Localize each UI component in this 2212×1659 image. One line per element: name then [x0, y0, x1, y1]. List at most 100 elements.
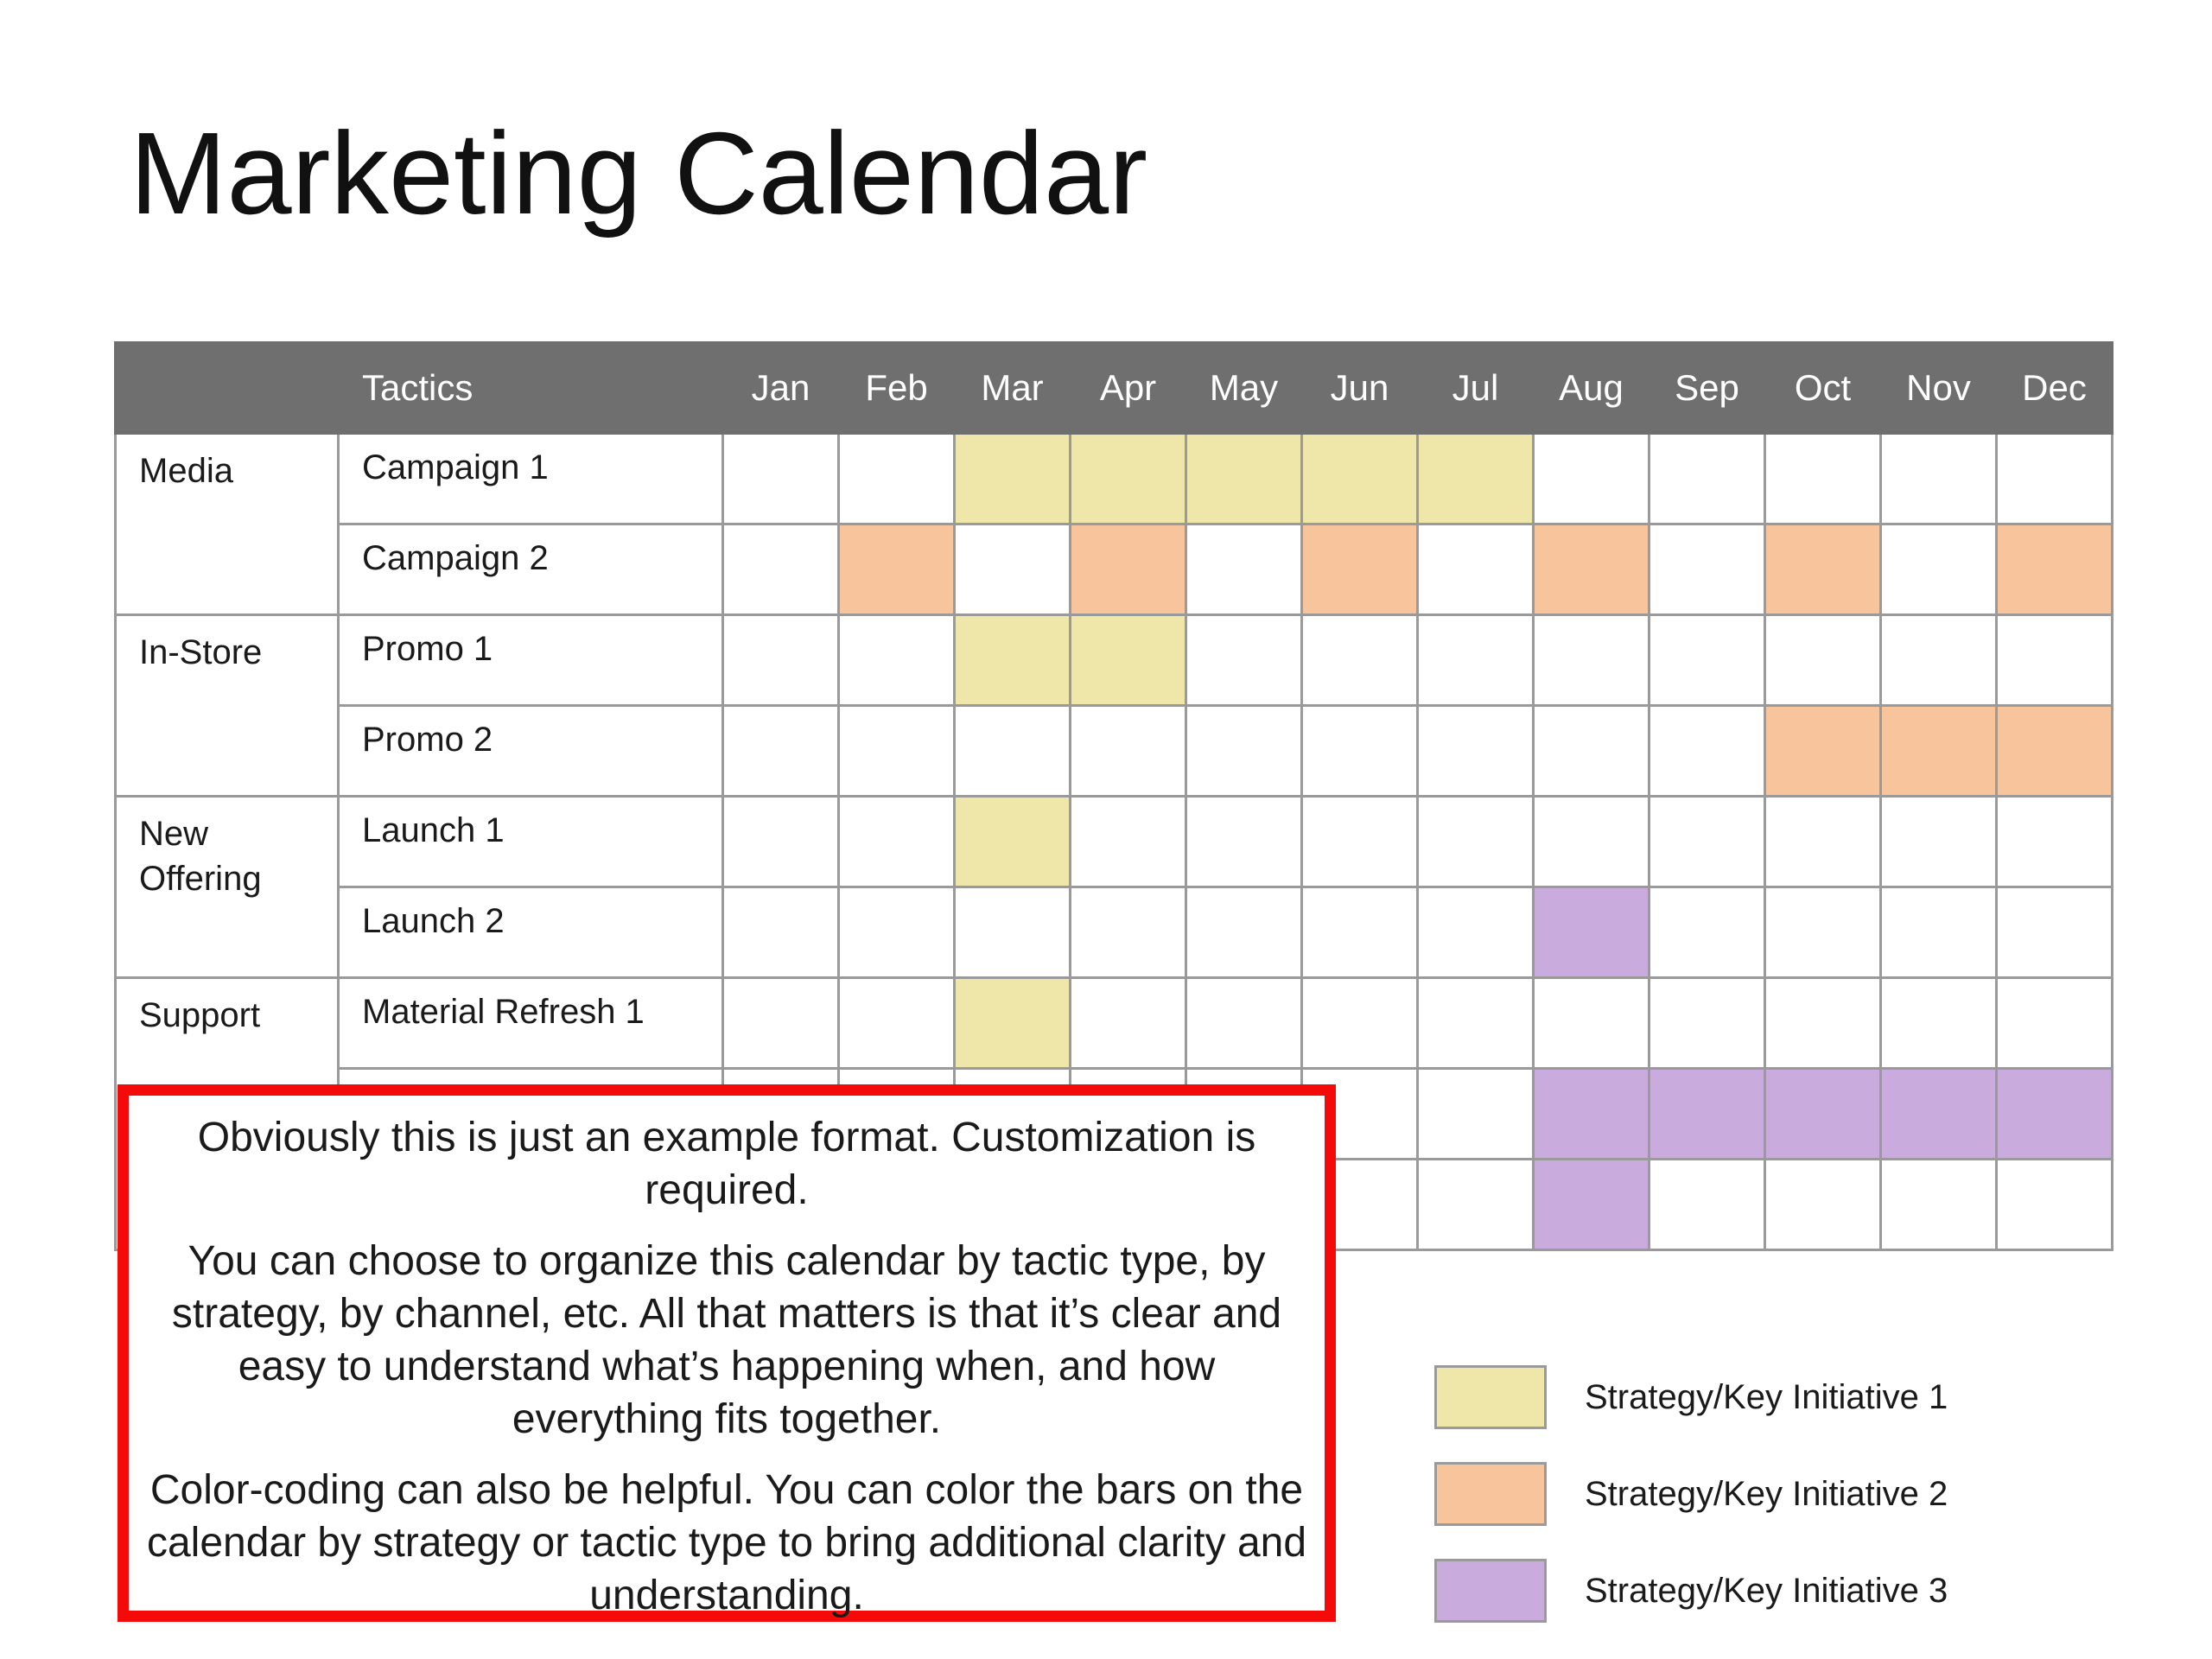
month-cell	[721, 704, 840, 798]
month-cell	[1185, 795, 1303, 888]
month-cell	[1995, 1158, 2113, 1251]
month-cell	[1300, 795, 1419, 888]
header-month-jan: Jan	[721, 341, 840, 435]
month-cell	[837, 886, 956, 979]
month-cell	[1879, 795, 1998, 888]
month-cell	[1879, 976, 1998, 1070]
scheduled-month-cell	[1995, 523, 2113, 616]
month-cell	[837, 976, 956, 1070]
month-cell	[1416, 886, 1535, 979]
month-cell	[1416, 613, 1535, 707]
calendar-row: In-Store Promo 1	[114, 613, 2113, 798]
month-cell	[953, 886, 1071, 979]
month-cell	[1995, 795, 2113, 888]
month-cell	[1300, 613, 1419, 707]
header-month-aug: Aug	[1532, 341, 1650, 435]
month-cell	[1648, 523, 1766, 616]
month-cell	[1648, 886, 1766, 979]
tactic-cell: Launch 2	[337, 886, 724, 979]
month-cell	[1764, 1158, 1882, 1251]
strategy-cell: Media	[114, 432, 340, 616]
legend-label: Strategy/Key Initiative 1	[1585, 1377, 1948, 1416]
header-month-apr: Apr	[1069, 341, 1187, 435]
month-cell	[1648, 795, 1766, 888]
month-cell	[1648, 613, 1766, 707]
scheduled-month-cell	[1300, 523, 1419, 616]
month-cell	[1300, 704, 1419, 798]
month-cell	[1764, 613, 1882, 707]
month-cell	[1416, 1158, 1535, 1251]
header-month-mar: Mar	[953, 341, 1071, 435]
month-cell	[1648, 976, 1766, 1070]
month-cell	[837, 432, 956, 525]
month-cell	[721, 795, 840, 888]
scheduled-month-cell	[1532, 886, 1650, 979]
month-cell	[837, 613, 956, 707]
month-cell	[1185, 704, 1303, 798]
month-cell	[1069, 795, 1187, 888]
month-cell	[1185, 613, 1303, 707]
scheduled-month-cell	[1532, 1067, 1650, 1160]
tactic-cell: Promo 2	[337, 704, 724, 798]
month-cell	[1069, 704, 1187, 798]
header-month-may: May	[1185, 341, 1303, 435]
calendar-row: Media Campaign 1	[114, 432, 2113, 616]
scheduled-month-cell	[1069, 613, 1187, 707]
month-cell	[1879, 1158, 1998, 1251]
month-cell	[1648, 704, 1766, 798]
header-month-nov: Nov	[1879, 341, 1998, 435]
scheduled-month-cell	[1648, 1067, 1766, 1160]
scheduled-month-cell	[1069, 523, 1187, 616]
tactic-cell: Material Refresh 1	[337, 976, 724, 1070]
month-cell	[1300, 886, 1419, 979]
header-month-jun: Jun	[1300, 341, 1419, 435]
scheduled-month-cell	[1879, 1067, 1998, 1160]
scheduled-month-cell	[1300, 432, 1419, 525]
scheduled-month-cell	[1764, 1067, 1882, 1160]
month-cell	[1416, 1067, 1535, 1160]
legend-label: Strategy/Key Initiative 2	[1585, 1474, 1948, 1513]
month-cell	[837, 795, 956, 888]
scheduled-month-cell	[837, 523, 956, 616]
scheduled-month-cell	[953, 976, 1071, 1070]
calendar-row: Support Material Refresh 1	[114, 976, 2113, 1251]
scheduled-month-cell	[1069, 432, 1187, 525]
header-month-feb: Feb	[837, 341, 956, 435]
calendar-row: New Offering Launch 1	[114, 795, 2113, 979]
month-cell	[1764, 886, 1882, 979]
scheduled-month-cell	[953, 613, 1071, 707]
month-cell	[1416, 704, 1535, 798]
month-cell	[1879, 613, 1998, 707]
month-cell	[953, 523, 1071, 616]
month-cell	[1648, 432, 1766, 525]
legend-item: Strategy/Key Initiative 3	[1434, 1557, 1948, 1624]
scheduled-month-cell	[1532, 1158, 1650, 1251]
month-cell	[1532, 795, 1650, 888]
month-cell	[1300, 976, 1419, 1070]
legend-item: Strategy/Key Initiative 2	[1434, 1460, 1948, 1528]
legend-swatch-initiative-1	[1434, 1365, 1547, 1429]
month-cell	[1069, 886, 1187, 979]
scheduled-month-cell	[1764, 523, 1882, 616]
scheduled-month-cell	[953, 432, 1071, 525]
legend-label: Strategy/Key Initiative 3	[1585, 1571, 1948, 1610]
scheduled-month-cell	[953, 795, 1071, 888]
month-cell	[1995, 976, 2113, 1070]
month-cell	[1532, 613, 1650, 707]
tactic-cell: Campaign 2	[337, 523, 724, 616]
month-cell	[1879, 886, 1998, 979]
header-month-oct: Oct	[1764, 341, 1882, 435]
month-cell	[1764, 976, 1882, 1070]
month-cell	[721, 432, 840, 525]
month-cell	[1879, 432, 1998, 525]
month-cell	[1995, 432, 2113, 525]
header-month-sep: Sep	[1648, 341, 1766, 435]
month-cell	[1764, 432, 1882, 525]
scheduled-month-cell	[1416, 432, 1535, 525]
header-month-dec: Dec	[1995, 341, 2113, 435]
calendar-row: Campaign 2	[116, 523, 2113, 616]
scheduled-month-cell	[1764, 704, 1882, 798]
tactic-cell: Launch 1	[337, 795, 724, 888]
month-cell	[1995, 886, 2113, 979]
legend-swatch-initiative-2	[1434, 1462, 1547, 1526]
